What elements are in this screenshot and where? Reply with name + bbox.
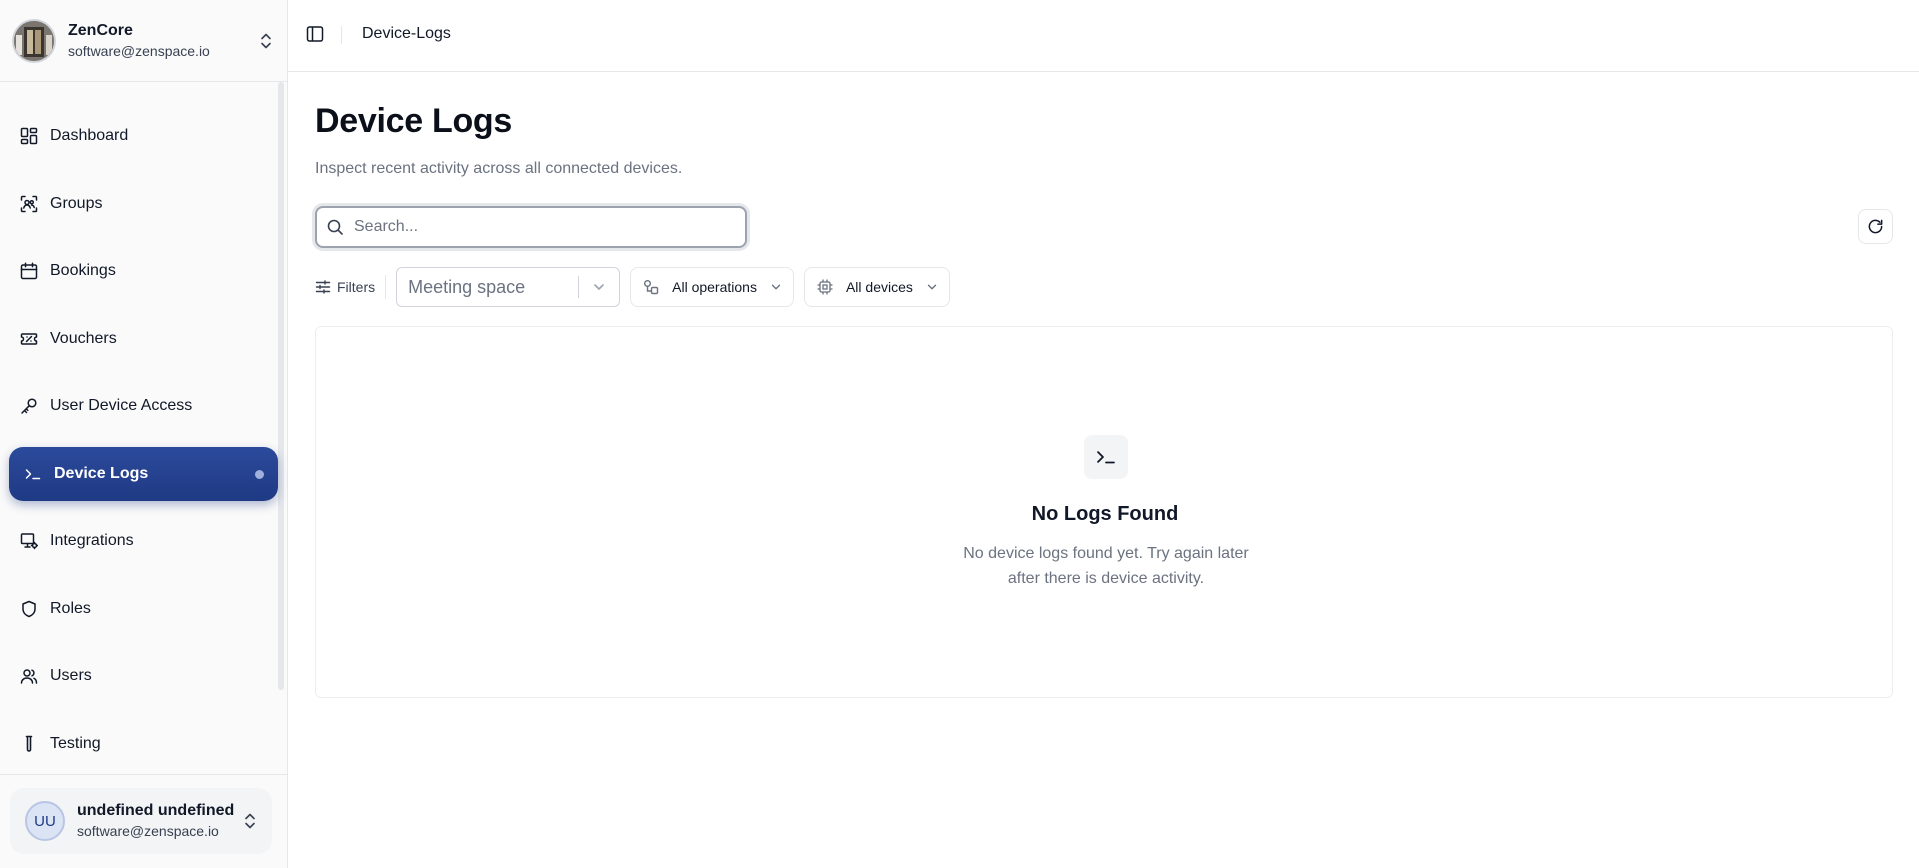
sidebar-item-vouchers[interactable]: Vouchers: [9, 312, 278, 366]
sidebar-item-label: User Device Access: [50, 397, 193, 414]
divider: [385, 275, 387, 299]
terminal-icon: [23, 464, 43, 484]
meeting-space-placeholder: Meeting space: [408, 276, 526, 297]
sidebar: ZenCore software@zenspace.io Dashboard G…: [0, 0, 288, 868]
empty-state-title: No Logs Found: [1031, 503, 1179, 525]
org-avatar: [12, 19, 56, 63]
users-icon: [19, 666, 39, 686]
org-email: software@zenspace.io: [68, 43, 210, 59]
terminal-icon: [1084, 435, 1128, 479]
test-tube-icon: [19, 734, 39, 754]
sidebar-item-label: Roles: [50, 599, 91, 617]
meeting-space-select[interactable]: Meeting space: [396, 267, 621, 307]
ticket-icon: [19, 329, 39, 349]
sidebar-item-label: Users: [50, 667, 92, 684]
sidebar-item-user-device-access[interactable]: User Device Access: [9, 379, 278, 433]
dashboard-icon: [19, 126, 39, 146]
divider: [341, 26, 342, 44]
user-name: undefined undefined: [77, 802, 235, 819]
integrations-icon: [19, 531, 39, 551]
sidebar-item-label: Groups: [50, 194, 103, 212]
chevron-down-icon: [579, 279, 619, 295]
filters-row: Filters Meeting space All operations All…: [315, 267, 950, 307]
key-icon: [19, 396, 39, 416]
refresh-button[interactable]: [1858, 209, 1893, 244]
sidebar-item-label: Dashboard: [50, 127, 129, 144]
logs-empty-state: No Logs Found No device logs found yet. …: [315, 326, 1893, 698]
chevrons-up-down-icon: [256, 31, 276, 51]
topbar: Device-Logs: [288, 0, 1919, 72]
operations-dropdown[interactable]: All operations: [630, 267, 794, 307]
chevron-down-icon: [769, 280, 783, 294]
filters-label: Filters: [315, 267, 385, 307]
sidebar-item-groups[interactable]: Groups: [9, 177, 278, 231]
sidebar-item-label: Bookings: [50, 262, 116, 279]
sidebar-item-bookings[interactable]: Bookings: [9, 244, 278, 298]
shield-icon: [19, 599, 39, 619]
org-name: ZenCore: [68, 22, 133, 39]
avatar: UU: [25, 801, 65, 841]
user-menu[interactable]: UU undefined undefined software@zenspace…: [10, 788, 272, 854]
operations-icon: [643, 279, 659, 295]
sidebar-item-users[interactable]: Users: [9, 649, 278, 703]
user-email: software@zenspace.io: [77, 823, 219, 839]
page-subtitle: Inspect recent activity across all conne…: [315, 160, 683, 177]
sidebar-item-testing[interactable]: Testing: [9, 717, 278, 771]
org-switcher[interactable]: ZenCore software@zenspace.io: [12, 18, 276, 64]
sidebar-item-dashboard[interactable]: Dashboard: [9, 109, 278, 163]
calendar-icon: [19, 261, 39, 281]
sidebar-nav: Dashboard Groups Bookings Vouchers User …: [9, 109, 278, 784]
sliders-icon: [315, 279, 331, 295]
search-icon: [326, 218, 344, 236]
sidebar-item-label: Device Logs: [54, 464, 149, 482]
sidebar-item-integrations[interactable]: Integrations: [9, 514, 278, 568]
devices-value: All devices: [845, 279, 913, 295]
divider: [0, 81, 288, 82]
sidebar-scrollbar[interactable]: [278, 82, 284, 690]
sidebar-item-roles[interactable]: Roles: [9, 582, 278, 636]
groups-icon: [19, 194, 39, 214]
active-indicator-dot: [255, 469, 264, 479]
search-box: [315, 206, 747, 248]
sidebar-item-label: Testing: [50, 734, 101, 752]
operations-value: All operations: [672, 279, 757, 295]
devices-dropdown[interactable]: All devices: [803, 267, 950, 307]
sidebar-item-device-logs[interactable]: Device Logs: [9, 446, 278, 501]
empty-state-description: No device logs found yet. Try again late…: [963, 545, 1249, 587]
sidebar-toggle-icon[interactable]: [306, 25, 326, 45]
sidebar-item-label: Vouchers: [50, 329, 117, 347]
divider: [0, 774, 288, 775]
cpu-icon: [817, 279, 833, 295]
search-input[interactable]: [354, 218, 734, 236]
chevrons-up-down-icon: [240, 811, 260, 831]
sidebar-item-label: Integrations: [50, 532, 134, 549]
filters-text: Filters: [337, 279, 376, 295]
page-title: Device Logs: [315, 102, 512, 140]
breadcrumb: Device-Logs: [362, 25, 451, 42]
refresh-icon: [1867, 218, 1884, 235]
chevron-down-icon: [925, 280, 939, 294]
